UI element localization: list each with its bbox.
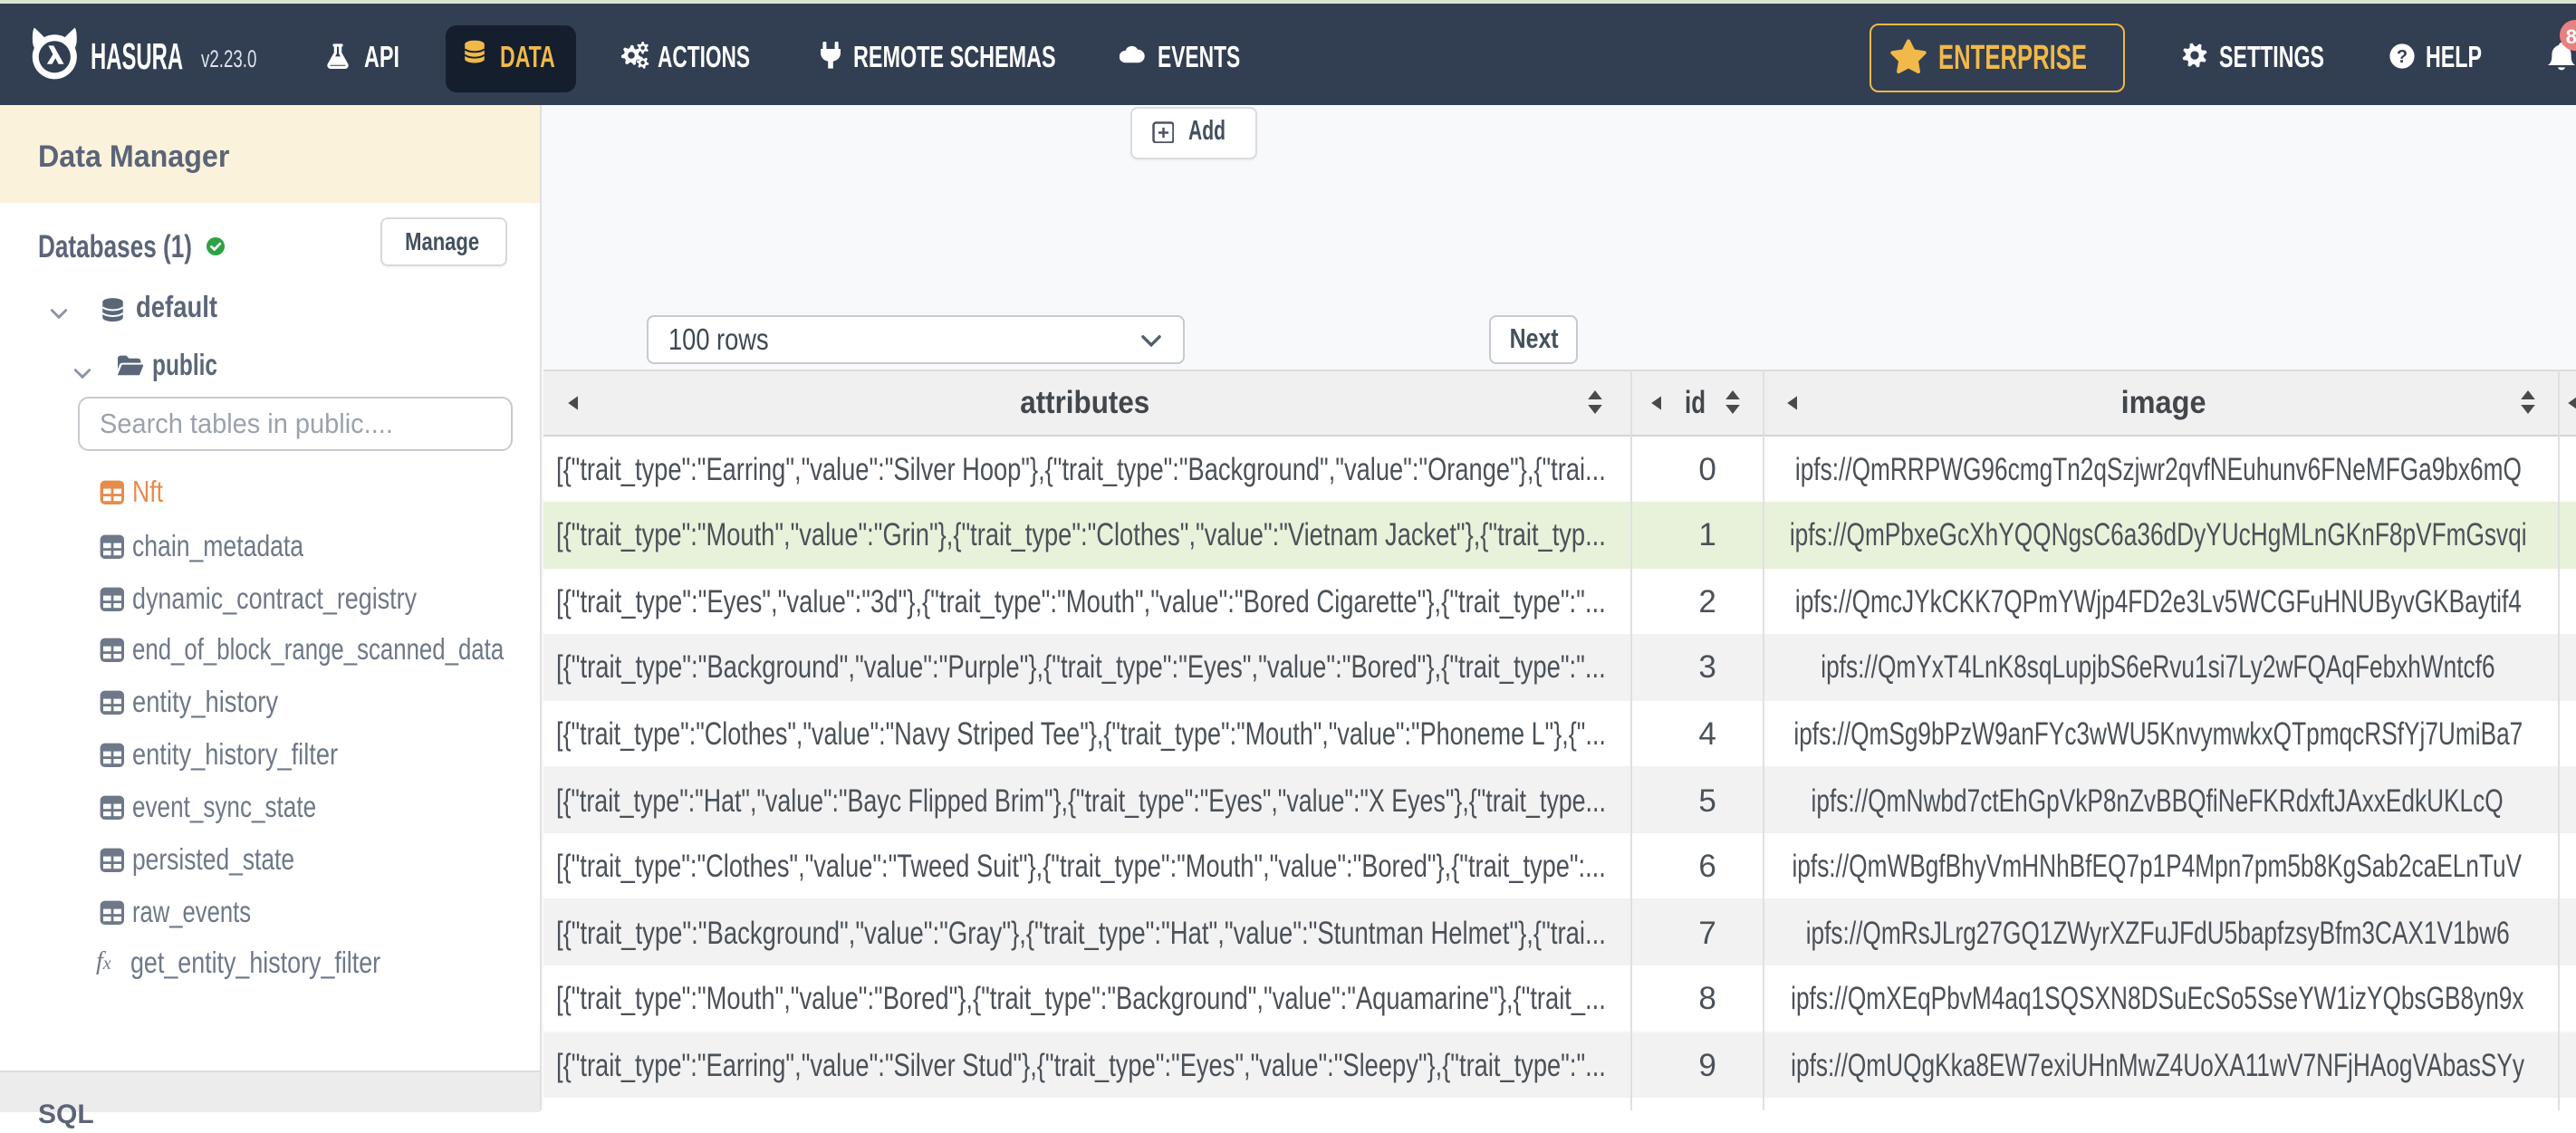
svg-text:?: ? <box>2396 46 2407 66</box>
